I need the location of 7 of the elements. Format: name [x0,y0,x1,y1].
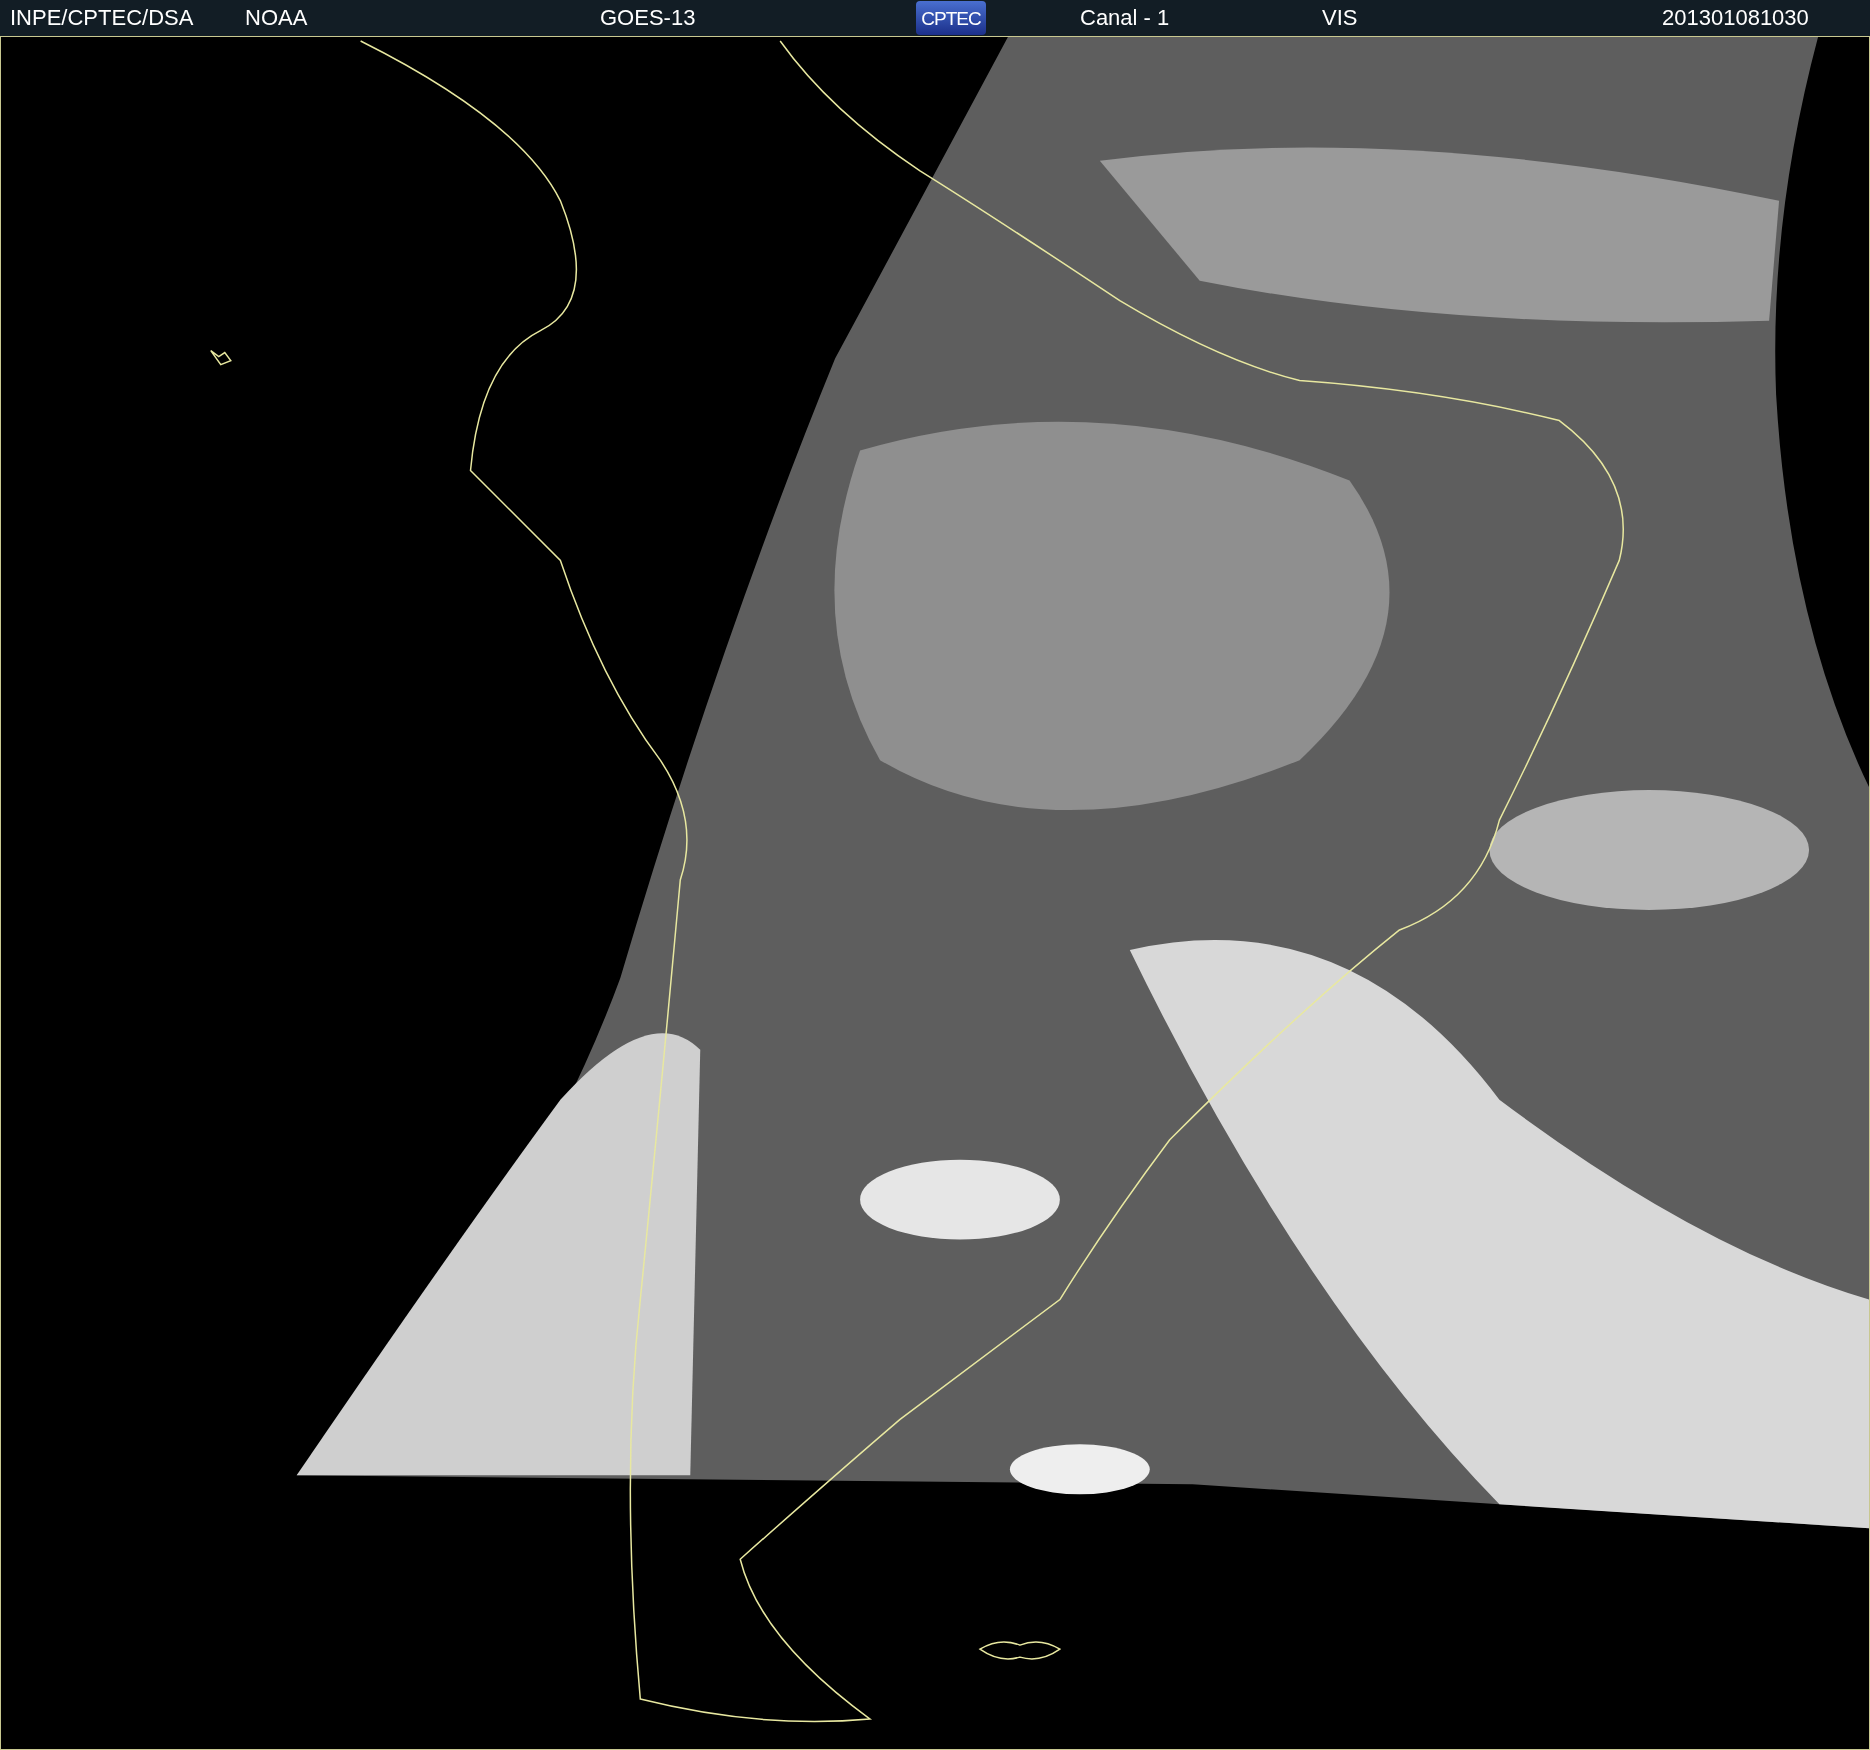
band-label: VIS [1322,7,1359,29]
timestamp: 201301081030 [1662,7,1809,29]
logo-text: CPTEC [921,8,981,28]
channel-label: Canal - 1 [1080,7,1171,29]
satellite-label: GOES-13 [600,7,697,29]
agency-label: NOAA [245,7,309,29]
agency-label: INPE/CPTEC/DSA [10,7,195,29]
